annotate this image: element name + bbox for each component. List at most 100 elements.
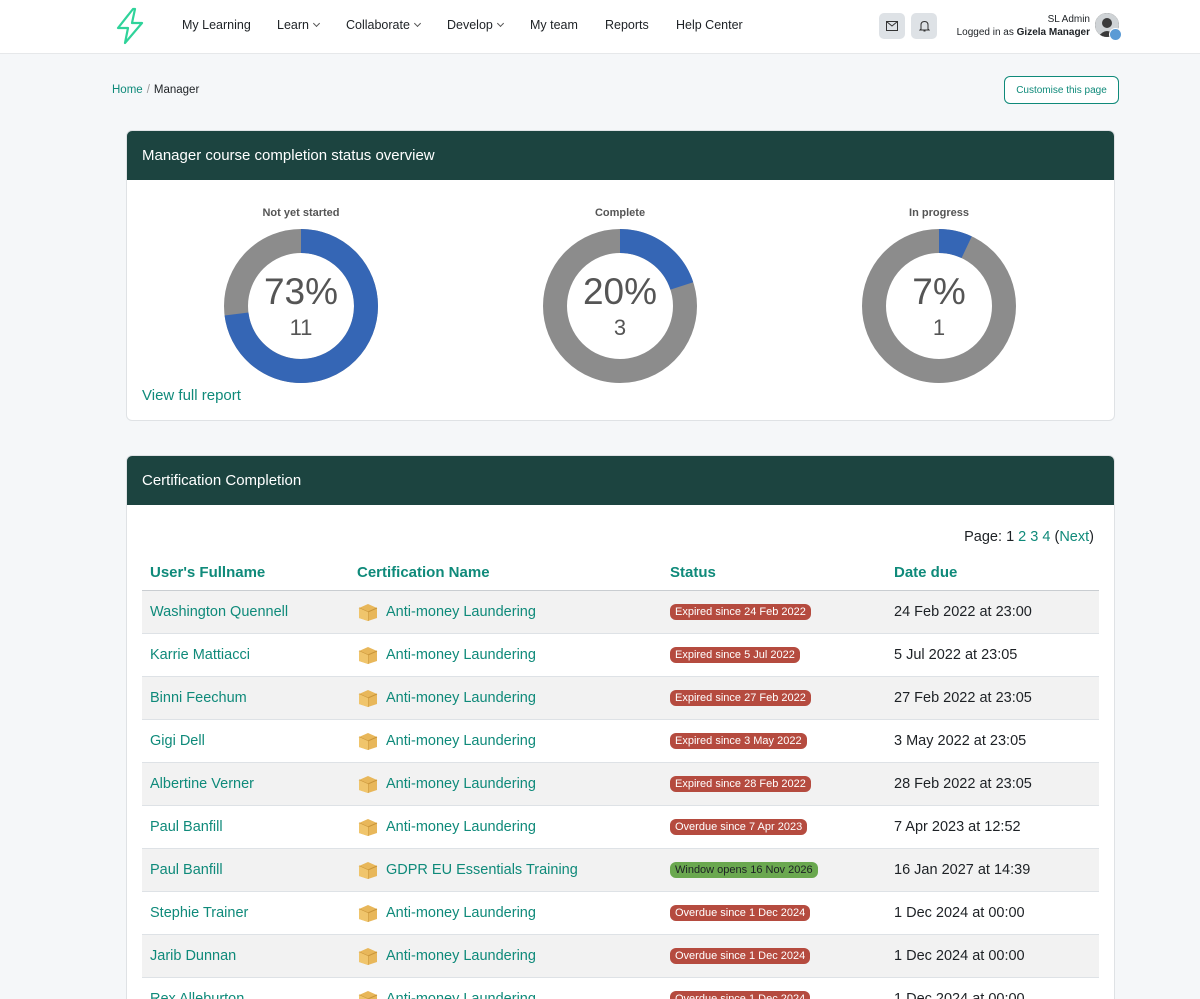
nav-collaborate[interactable]: Collaborate: [346, 18, 421, 32]
nav-my-learning[interactable]: My Learning: [182, 18, 251, 32]
page-link-2[interactable]: 2: [1018, 529, 1026, 545]
table-row: Karrie Mattiacci Anti-money Laundering Exp…: [142, 633, 1099, 677]
status-badge: Expired since 28 Feb 2022: [670, 776, 811, 792]
nav-my-team[interactable]: My team: [530, 18, 578, 32]
user-link[interactable]: Stephie Trainer: [150, 905, 248, 921]
table-row: Washington Quennell Anti-money Laundering…: [142, 590, 1099, 634]
breadcrumb-current: Manager: [153, 84, 200, 96]
column-header-date-due[interactable]: Date due: [886, 556, 1099, 591]
certification-link[interactable]: Anti-money Laundering: [386, 733, 536, 749]
user-link[interactable]: Paul Banfill: [150, 819, 223, 835]
page-current: 1: [1006, 529, 1015, 545]
certification-cell: Anti-money Laundering: [349, 719, 662, 763]
user-link[interactable]: Rex Alleburton: [150, 991, 244, 999]
notifications-button[interactable]: [911, 13, 937, 39]
certification-link[interactable]: GDPR EU Essentials Training: [386, 862, 578, 878]
certification-link[interactable]: Anti-money Laundering: [386, 905, 536, 921]
certification-cell: Anti-money Laundering: [349, 805, 662, 849]
card-title: Manager course completion status overvie…: [127, 131, 1114, 180]
chevron-down-icon: [413, 19, 421, 28]
status-cell: Overdue since 7 Apr 2023: [662, 805, 886, 849]
nav-help-center[interactable]: Help Center: [676, 18, 743, 32]
donut-count: 3: [613, 315, 627, 340]
certification-box-icon: [357, 860, 379, 880]
user-link[interactable]: Jarib Dunnan: [150, 948, 236, 964]
status-badge: Overdue since 1 Dec 2024: [670, 948, 811, 964]
user-fullname-cell: Paul Banfill: [142, 805, 349, 849]
certification-link[interactable]: Anti-money Laundering: [386, 776, 536, 792]
customise-page-button[interactable]: Customise this page: [1004, 76, 1119, 104]
date-due-cell: 5 Jul 2022 at 23:05: [886, 633, 1099, 677]
status-cell: Expired since 28 Feb 2022: [662, 762, 886, 806]
date-due-cell: 24 Feb 2022 at 23:00: [886, 590, 1099, 634]
table-row: Stephie Trainer Anti-money Laundering Over…: [142, 891, 1099, 935]
table-row: Jarib Dunnan Anti-money Laundering Overdue…: [142, 934, 1099, 978]
table-row: Gigi Dell Anti-money Laundering Expired si…: [142, 719, 1099, 763]
nav-learn[interactable]: Learn: [277, 18, 321, 32]
certification-link[interactable]: Anti-money Laundering: [386, 604, 536, 620]
column-header-status[interactable]: Status: [662, 556, 886, 591]
page-link-4[interactable]: 4: [1042, 529, 1050, 545]
user-fullname-cell: Paul Banfill: [142, 848, 349, 892]
status-cell: Overdue since 1 Dec 2024: [662, 934, 886, 978]
view-full-report-link[interactable]: View full report: [142, 387, 241, 404]
user-link[interactable]: Albertine Verner: [150, 776, 254, 792]
user-fullname-cell: Binni Feechum: [142, 676, 349, 720]
certification-cell: Anti-money Laundering: [349, 633, 662, 677]
page-next-link[interactable]: Next: [1059, 529, 1089, 545]
chart-title: In progress: [909, 207, 969, 219]
user-fullname-cell: Stephie Trainer: [142, 891, 349, 935]
user-link[interactable]: Binni Feechum: [150, 690, 247, 706]
breadcrumb-home[interactable]: Home: [112, 84, 143, 96]
status-badge: Expired since 3 May 2022: [670, 733, 807, 749]
date-due-cell: 28 Feb 2022 at 23:05: [886, 762, 1099, 806]
certification-link[interactable]: Anti-money Laundering: [386, 948, 536, 964]
donut-percent: 20%: [582, 271, 658, 312]
certification-box-icon: [357, 989, 379, 999]
column-header-fullname[interactable]: User's Fullname: [142, 556, 349, 591]
status-cell: Expired since 24 Feb 2022: [662, 590, 886, 634]
status-cell: Window opens 16 Nov 2026: [662, 848, 886, 892]
certification-cell: Anti-money Laundering: [349, 891, 662, 935]
status-badge: Overdue since 1 Dec 2024: [670, 905, 811, 921]
user-name: SL Admin: [1047, 14, 1090, 25]
top-navbar: My Learning Learn Collaborate Develop My…: [0, 0, 1200, 54]
page-link-3[interactable]: 3: [1030, 529, 1038, 545]
certification-completion-card: Certification Completion Page: 1 2 3 4 (…: [126, 455, 1115, 999]
messages-button[interactable]: [879, 13, 905, 39]
column-header-certification[interactable]: Certification Name: [349, 556, 662, 591]
user-fullname-cell: Washington Quennell: [142, 590, 349, 634]
nav-reports[interactable]: Reports: [605, 18, 649, 32]
completion-overview-card: Manager course completion status overvie…: [126, 130, 1115, 421]
status-badge: Expired since 24 Feb 2022: [670, 604, 811, 620]
nav-develop[interactable]: Develop: [447, 18, 504, 32]
user-fullname-cell: Gigi Dell: [142, 719, 349, 763]
certification-cell: Anti-money Laundering: [349, 676, 662, 720]
certification-link[interactable]: Anti-money Laundering: [386, 690, 536, 706]
certification-link[interactable]: Anti-money Laundering: [386, 647, 536, 663]
chart-title: Not yet started: [262, 207, 340, 219]
certification-link[interactable]: Anti-money Laundering: [386, 819, 536, 835]
donut-count: 1: [932, 315, 946, 340]
chevron-down-icon: [496, 19, 504, 28]
status-cell: Overdue since 1 Dec 2024: [662, 891, 886, 935]
user-link[interactable]: Washington Quennell: [150, 604, 288, 620]
date-due-cell: 27 Feb 2022 at 23:05: [886, 676, 1099, 720]
donut-percent: 7%: [912, 271, 966, 312]
brand-logo-icon[interactable]: [112, 7, 148, 45]
date-due-cell: 3 May 2022 at 23:05: [886, 719, 1099, 763]
user-link[interactable]: Karrie Mattiacci: [150, 647, 250, 663]
bell-icon: [918, 20, 930, 32]
certification-box-icon: [357, 774, 379, 794]
logged-in-as: Logged in as Gizela Manager: [956, 27, 1090, 38]
user-link[interactable]: Gigi Dell: [150, 733, 205, 749]
donut-percent: 73%: [263, 271, 339, 312]
status-badge: Overdue since 7 Apr 2023: [670, 819, 808, 835]
user-fullname-cell: Jarib Dunnan: [142, 934, 349, 978]
user-link[interactable]: Paul Banfill: [150, 862, 223, 878]
certification-link[interactable]: Anti-money Laundering: [386, 991, 536, 999]
certification-box-icon: [357, 602, 379, 622]
certification-cell: Anti-money Laundering: [349, 762, 662, 806]
card-title: Certification Completion: [127, 456, 1114, 505]
user-fullname-cell: Karrie Mattiacci: [142, 633, 349, 677]
